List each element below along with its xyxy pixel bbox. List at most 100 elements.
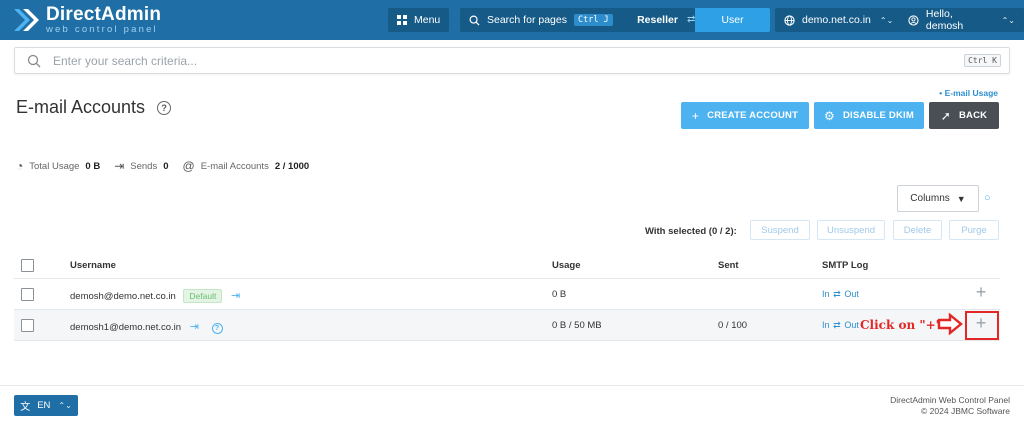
sent-cell: 0 / 100 <box>718 320 748 331</box>
domain-label: demo.net.co.in <box>802 14 871 26</box>
suspend-button[interactable]: Suspend <box>750 220 810 240</box>
accounts-stat: @ E-mail Accounts 2 / 1000 <box>183 159 310 173</box>
selection-count: With selected (0 / 2): <box>645 226 737 237</box>
create-account-button[interactable]: + CREATE ACCOUNT <box>681 102 809 129</box>
login-icon[interactable]: ⇥ <box>190 320 199 333</box>
accounts-label: E-mail Accounts <box>200 160 269 172</box>
language-label: EN <box>37 400 51 411</box>
sends-stat: ⇥ Sends 0 <box>114 159 168 173</box>
swap-icon: ⇄ <box>833 320 841 330</box>
header-usage[interactable]: Usage <box>552 260 581 271</box>
columns-label: Columns <box>910 193 950 204</box>
row-checkbox[interactable] <box>21 319 34 332</box>
back-button[interactable]: ➚ BACK <box>929 102 999 129</box>
username-cell: demosh1@demo.net.co.in ⇥ ? <box>70 320 223 334</box>
email-usage-link[interactable]: • E-mail Usage <box>939 88 998 98</box>
brand-title: DirectAdmin <box>46 4 162 26</box>
row-checkbox[interactable] <box>21 288 34 301</box>
smtp-log-cell: In ⇄ Out <box>822 320 859 331</box>
user-menu[interactable]: Hello, demosh ⌃⌄ <box>899 8 1024 32</box>
total-usage-value: 0 B <box>85 160 101 172</box>
username-text[interactable]: demosh@demo.net.co.in <box>70 291 176 302</box>
directadmin-logo-icon <box>14 9 39 31</box>
smtp-in-link[interactable]: In <box>822 289 830 299</box>
sends-value: 0 <box>163 160 169 172</box>
page-search-label: Search for pages <box>487 14 567 26</box>
back-label: BACK <box>959 110 988 121</box>
username-cell: demosh@demo.net.co.in Default ⇥ <box>70 289 240 303</box>
search-input[interactable] <box>53 52 933 70</box>
table-row: demosh@demo.net.co.in Default ⇥ 0 B In ⇄… <box>14 279 1000 310</box>
select-all-checkbox[interactable] <box>21 259 34 272</box>
help-icon[interactable]: ? <box>211 323 223 334</box>
disable-dkim-label: DISABLE DKIM <box>842 110 914 121</box>
disable-dkim-button[interactable]: ⚙ DISABLE DKIM <box>814 102 924 129</box>
smtp-out-link[interactable]: Out <box>844 289 859 299</box>
footer-line-2: © 2024 JBMC Software <box>921 405 1010 416</box>
reseller-user-switch[interactable]: Reseller User ⇄ <box>620 8 770 32</box>
usage-cell: 0 B / 50 MB <box>552 320 602 331</box>
top-navbar: DirectAdmin web control panel Menu Searc… <box>0 0 1024 40</box>
columns-dropdown[interactable]: Columns ▼ <box>897 185 979 212</box>
search-icon <box>469 15 480 26</box>
caret-down-icon: ▼ <box>956 193 966 204</box>
footer-divider <box>0 385 1024 386</box>
brand-subtitle: web control panel <box>46 24 158 36</box>
gear-icon: ⚙ <box>824 108 835 123</box>
annotation-arrow-icon <box>937 313 963 335</box>
accounts-value: 2 / 1000 <box>274 160 310 172</box>
username-text[interactable]: demosh1@demo.net.co.in <box>70 322 181 333</box>
smtp-in-link[interactable]: In <box>822 320 830 330</box>
updown-chevron-icon: ⌃⌄ <box>879 15 894 25</box>
sends-label: Sends <box>130 160 158 172</box>
search-shortcut: Ctrl K <box>964 54 1001 67</box>
grid-icon <box>397 15 407 25</box>
help-icon[interactable]: ? <box>157 100 172 115</box>
page-search-button[interactable]: Search for pages Ctrl J <box>460 8 622 32</box>
refresh-icon[interactable]: ○ <box>984 192 991 204</box>
footer-copyright: DirectAdmin Web Control Panel © 2024 JBM… <box>890 395 1010 416</box>
footer-line-1: DirectAdmin Web Control Panel <box>890 395 1010 405</box>
at-sign-icon: @ <box>182 159 195 173</box>
search-icon <box>27 54 41 68</box>
swap-icon: ⇄ <box>833 289 841 299</box>
updown-chevron-icon: ⌃⌄ <box>1001 15 1015 25</box>
header-sent[interactable]: Sent <box>718 260 739 271</box>
reseller-level-button[interactable]: Reseller <box>620 8 695 32</box>
header-smtp-log: SMTP Log <box>822 260 869 271</box>
annotation-highlight-box <box>965 311 999 340</box>
annotation-text: Click on "+" <box>860 318 942 332</box>
total-usage-stat: ◔ Total Usage 0 B <box>16 159 100 173</box>
expand-plus-icon[interactable]: + <box>973 283 989 301</box>
login-icon[interactable]: ⇥ <box>231 289 240 302</box>
header-username[interactable]: Username <box>70 260 116 271</box>
translate-icon: ⽂ <box>20 402 31 413</box>
user-level-button[interactable]: User <box>695 8 770 32</box>
updown-chevron-icon: ⌃⌄ <box>58 401 72 410</box>
smtp-out-link[interactable]: Out <box>844 320 859 330</box>
page-search-shortcut: Ctrl J <box>573 14 613 26</box>
swap-icon: ⇄ <box>687 14 696 25</box>
delete-button[interactable]: Delete <box>893 220 942 240</box>
user-circle-icon <box>908 14 919 26</box>
language-select[interactable]: ⽂ EN ⌃⌄ <box>14 395 78 416</box>
table-header: Username Usage Sent SMTP Log <box>14 251 1000 279</box>
greeting-label: Hello, demosh <box>925 8 964 32</box>
pie-chart-icon: ◔ <box>16 159 24 173</box>
domain-select[interactable]: demo.net.co.in ⌃⌄ <box>775 8 903 32</box>
arrow-right-icon: ➚ <box>940 108 951 123</box>
unsuspend-button[interactable]: Unsuspend <box>817 220 885 240</box>
purge-button[interactable]: Purge <box>949 220 999 240</box>
usage-cell: 0 B <box>552 289 567 300</box>
default-badge: Default <box>183 289 223 303</box>
total-usage-label: Total Usage <box>29 160 80 172</box>
create-account-label: CREATE ACCOUNT <box>707 110 799 121</box>
page-title: E-mail Accounts ? <box>16 97 172 118</box>
brand-logo[interactable]: DirectAdmin web control panel <box>12 4 161 36</box>
global-search: Ctrl K <box>14 47 1010 74</box>
plus-icon: + <box>691 108 700 123</box>
globe-icon <box>784 14 795 26</box>
menu-button[interactable]: Menu <box>388 8 450 32</box>
account-stats: ◔ Total Usage 0 B ⇥ Sends 0 @ E-mail Acc… <box>16 159 323 173</box>
send-icon: ⇥ <box>114 159 125 173</box>
